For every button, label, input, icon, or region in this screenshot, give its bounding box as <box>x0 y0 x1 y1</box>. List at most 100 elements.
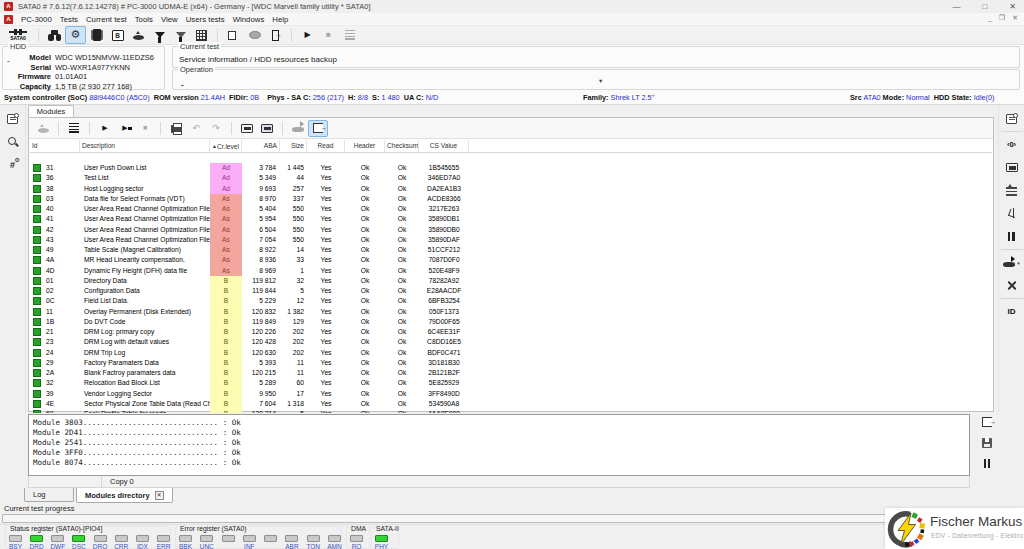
mdi-close-icon[interactable]: ✕ <box>1012 14 1018 22</box>
search-icon[interactable] <box>1 130 25 153</box>
module-row[interactable]: 03Data file for Select Formats (VDT)As8 … <box>30 194 992 204</box>
disk-eject-icon[interactable] <box>128 26 149 44</box>
module-row[interactable]: 36Test ListAd5 34944YesOkOk346ED7A0 <box>30 173 992 183</box>
stop-icon: ■ <box>318 26 339 44</box>
modules-panel: ▶ ▶ ■ ↶ ↷ Id Description ▲Cr.level ABA S… <box>28 117 994 412</box>
led-label: DWF <box>48 543 68 549</box>
open-from-file-icon[interactable] <box>237 120 257 137</box>
menu-item-pc-3000[interactable]: PC-3000 <box>21 15 52 24</box>
menu-bar: A PC-3000 Tests Current test Tools View Users… <box>0 13 1024 26</box>
module-row[interactable]: 42User Area Read Channel Optimization Fi… <box>30 225 992 235</box>
menu-item-tests[interactable]: Tests <box>60 15 78 24</box>
menu-item-users-tests[interactable]: Users tests <box>186 15 225 24</box>
tab-modules-directory[interactable]: Modules directory ✕ <box>76 488 173 503</box>
head-tool-icon[interactable] <box>1000 202 1024 225</box>
operation-dropdown-icon[interactable]: ▾ <box>599 77 602 85</box>
drive-start-icon[interactable]: ▾ <box>1000 251 1024 274</box>
exit-icon[interactable] <box>265 26 286 44</box>
module-row[interactable]: 49Table Scale (Magnet Calibration)As8 92… <box>30 245 992 255</box>
module-row[interactable]: 43User Area Read Channel Optimization Fi… <box>30 235 992 245</box>
module-row[interactable]: 40User Area Read Channel Optimization Fi… <box>30 204 992 214</box>
menu-item-tools[interactable]: Tools <box>135 15 153 24</box>
utility-settings-icon[interactable]: ⚙ <box>65 26 86 44</box>
close-tab-icon[interactable]: ✕ <box>155 491 164 500</box>
module-status-swatch <box>33 349 41 357</box>
module-status-swatch <box>33 267 41 275</box>
hdd-field-firmware: Firmware01.01A01 <box>3 72 163 82</box>
menu-item-windows[interactable]: Windows <box>233 15 265 24</box>
rom-icon[interactable]: B <box>107 26 128 44</box>
module-row[interactable]: 4ESector Physical Zone Table Data (Read … <box>30 399 992 409</box>
chip-icon[interactable] <box>86 26 107 44</box>
system-menu-icon[interactable]: A <box>4 15 13 24</box>
mode-value: Normal <box>906 93 930 102</box>
soc-part: FIDir: <box>225 93 250 102</box>
led-label: ABR <box>282 543 302 549</box>
pause-log-icon[interactable] <box>983 459 992 468</box>
tab-log[interactable]: Log <box>24 488 74 502</box>
script-icon[interactable] <box>1000 107 1024 130</box>
tools-icon[interactable] <box>1000 274 1024 297</box>
module-row[interactable]: 31User Push Down ListAd3 7841 445YesOkOk… <box>30 163 992 173</box>
reset-counter-icon[interactable]: ‹0› <box>1000 133 1024 156</box>
print-icon[interactable] <box>166 120 186 137</box>
export-log-icon[interactable] <box>982 417 992 427</box>
module-row[interactable]: 01Directory DataB119 81232YesOkOk78282A9… <box>30 276 992 286</box>
module-row[interactable]: 4DDynamic Fly Height (DFH) data fileAs8 … <box>30 266 992 276</box>
main-area: # Modules ▶ ▶ ■ ↶ ↷ Id Description ▲Cr.l… <box>0 105 1024 412</box>
led-unc <box>200 535 213 542</box>
maximize-icon[interactable]: □ <box>982 1 987 12</box>
module-row[interactable]: 4AMR Head Linearity compensation.As8 936… <box>30 255 992 265</box>
mdi-restore-icon[interactable]: ❐ <box>999 14 1005 22</box>
module-row[interactable]: 23DRM Log with default valuesB120 428202… <box>30 337 992 347</box>
reset-icon[interactable] <box>1000 179 1024 202</box>
module-row[interactable]: 41User Area Read Channel Optimization Fi… <box>30 214 992 224</box>
id-icon[interactable]: ID <box>1000 300 1024 323</box>
pause-icon[interactable] <box>1000 225 1024 248</box>
menu-item-view[interactable]: View <box>161 15 178 24</box>
module-row[interactable]: 1BDo DVT CodeB119 849129YesOkOk79D00F65 <box>30 317 992 327</box>
save-log-icon[interactable] <box>982 438 992 448</box>
write-to-drive-icon <box>288 120 308 137</box>
module-row[interactable]: 21DRM Log: primary copyB120 226202YesOkO… <box>30 327 992 337</box>
chip-view-icon[interactable] <box>1000 156 1024 179</box>
module-row[interactable]: 60Seek Profile Table for readsB120 2145Y… <box>30 409 992 413</box>
log-output[interactable]: Module 3803.............................… <box>28 414 970 476</box>
status-group: SATA-IIPHY <box>371 526 399 549</box>
module-row[interactable]: 38Host Logging sectorAd9 693257YesOkOkDA… <box>30 184 992 194</box>
menu-item-current-test[interactable]: Current test <box>86 15 127 24</box>
mdi-minimize-icon[interactable]: _ <box>988 14 992 22</box>
close-icon[interactable]: ✕ <box>1009 1 1016 12</box>
family-value: Shrek LT 2.5" <box>611 93 655 102</box>
window-title: SATA0 # 7.6.12(7.6.12.14278) # PC-3000 U… <box>18 2 370 11</box>
module-row[interactable]: 32Relocation Bad Block ListB5 28960YesOk… <box>30 378 992 388</box>
soc-part: 88i9446C0 (A5C0) <box>89 93 149 102</box>
module-row[interactable]: 0CField List Data.B5 22912YesOkOk6BFB325… <box>30 296 992 306</box>
module-row[interactable]: 02Configuration DataB119 8445YesOkOkE28A… <box>30 286 992 296</box>
modules-table-body: 31User Push Down ListAd3 7841 445YesOkOk… <box>30 153 992 413</box>
module-status-swatch <box>33 246 41 254</box>
drive-search-icon[interactable] <box>44 26 65 44</box>
logo-subtitle: EDV - Datenrettung - Elektro <box>931 532 1023 539</box>
read-all-icon[interactable]: ▶ <box>115 120 135 137</box>
main-toolbar: SATA0 ⚙ B ▶ ■ <box>0 26 1024 45</box>
copies-icon[interactable] <box>223 26 244 44</box>
module-row[interactable]: 29Factory Paramaters DataB5 39311YesOkOk… <box>30 358 992 368</box>
list-view-icon[interactable] <box>64 120 84 137</box>
module-row[interactable]: 39Vendor Logging SectorB9 95017YesOkOk3F… <box>30 389 992 399</box>
module-row[interactable]: 2ABlank Factroy paramaters dataB120 2151… <box>30 368 992 378</box>
script-icon[interactable] <box>1 107 25 130</box>
read-selected-icon[interactable]: ▶ <box>95 120 115 137</box>
soc-part: System controller (SoC) <box>4 93 89 102</box>
module-status-swatch <box>33 226 41 234</box>
menu-item-help[interactable]: Help <box>272 15 288 24</box>
export-icon[interactable] <box>308 120 328 137</box>
table-header[interactable]: Id Description ▲Cr.level ABA Size Read H… <box>30 140 992 153</box>
save-to-file-icon[interactable] <box>257 120 277 137</box>
filter-icon[interactable] <box>149 26 170 44</box>
hex-editor-icon[interactable]: # <box>1 153 25 176</box>
run-icon[interactable]: ▶ <box>297 26 318 44</box>
module-row[interactable]: 11Overlay Permanent (Disk Extended)B120 … <box>30 307 992 317</box>
module-row[interactable]: 24DRM Trip LogB120 630202YesOkOkBDF0C471 <box>30 348 992 358</box>
minimize-icon[interactable]: — <box>952 1 960 12</box>
